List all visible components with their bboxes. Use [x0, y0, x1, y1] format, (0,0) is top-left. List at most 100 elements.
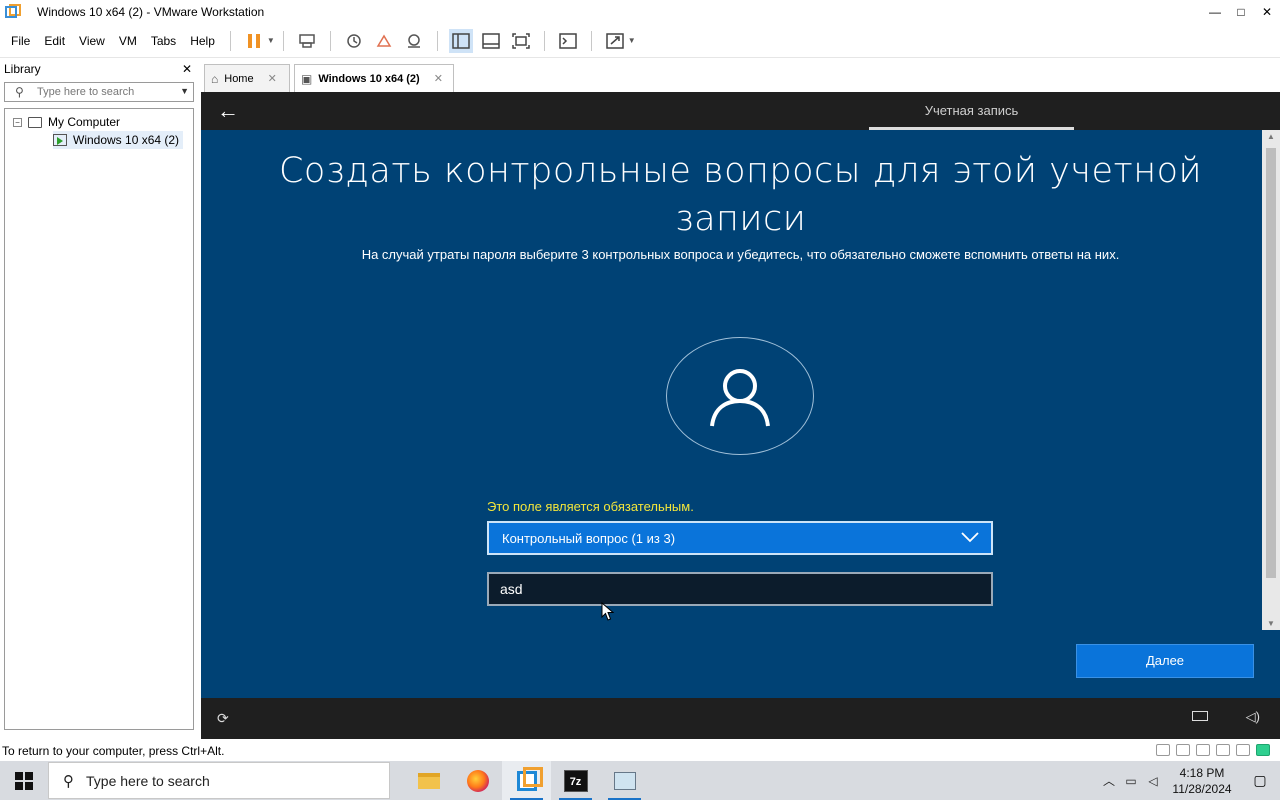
- maximize-button[interactable]: □: [1228, 0, 1254, 24]
- snapshot-button[interactable]: [342, 29, 366, 53]
- menu-tabs[interactable]: Tabs: [144, 34, 183, 48]
- tab-vm[interactable]: ▣ Windows 10 x64 (2) ✕: [294, 64, 454, 92]
- page-title-line1: Создать контрольные вопросы для этой уче…: [278, 151, 1203, 191]
- mouse-cursor-icon: [601, 602, 615, 621]
- network-icon[interactable]: ▭: [1120, 774, 1142, 788]
- menu-view[interactable]: View: [72, 34, 112, 48]
- taskbar-search-placeholder: Type here to search: [86, 772, 210, 789]
- vmware-app-icon: [5, 4, 21, 20]
- tab-home[interactable]: ⌂ Home ✕: [204, 64, 290, 92]
- stretch-dropdown-icon[interactable]: ▼: [628, 36, 636, 45]
- library-close-icon[interactable]: ✕: [182, 62, 192, 76]
- pause-icon: [247, 33, 260, 48]
- tab-close-icon[interactable]: ✕: [268, 72, 277, 85]
- sound-card-icon[interactable]: [1236, 744, 1250, 756]
- windows-taskbar: ⚲ Type here to search 7z ︿ ▭ ◁ 4:18 PM 1…: [0, 761, 1280, 800]
- notifications-icon[interactable]: ▢: [1240, 772, 1280, 789]
- thumbnail-bar-button[interactable]: [479, 29, 503, 53]
- oobe-section-tab: Учетная запись: [869, 92, 1074, 130]
- thumbnail-bar-icon: [482, 32, 500, 49]
- back-arrow-icon[interactable]: ←: [215, 98, 241, 124]
- user-icon: [710, 369, 770, 427]
- message-log-icon[interactable]: [1256, 744, 1270, 756]
- next-button[interactable]: Далее: [1076, 644, 1254, 678]
- console-view-button[interactable]: [556, 29, 580, 53]
- stretch-guest-button[interactable]: [603, 29, 627, 53]
- menu-toolbar: File Edit View VM Tabs Help ▼ ▼: [0, 24, 1280, 58]
- status-text: To return to your computer, press Ctrl+A…: [2, 744, 225, 758]
- console-icon: [559, 32, 577, 49]
- send-keys-icon: [299, 33, 315, 48]
- page-title-line2: записи: [674, 199, 807, 239]
- tree-item-vm[interactable]: Windows 10 x64 (2): [5, 131, 193, 149]
- revert-snapshot-button[interactable]: [372, 29, 396, 53]
- toolbar-separator: [543, 30, 545, 51]
- user-avatar-icon: [666, 337, 814, 455]
- keyboard-icon[interactable]: [1192, 711, 1208, 721]
- tree-item-my-computer[interactable]: − My Computer: [5, 113, 193, 131]
- file-explorer-icon: [417, 772, 440, 789]
- volume-icon[interactable]: ◁): [1246, 709, 1260, 725]
- 7zip-icon: 7z: [563, 769, 588, 792]
- ease-of-access-icon[interactable]: ⟳: [217, 710, 229, 727]
- menu-file[interactable]: File: [4, 34, 37, 48]
- collapse-icon[interactable]: −: [13, 117, 22, 127]
- taskbar-search-box[interactable]: ⚲ Type here to search: [48, 762, 390, 799]
- vm-scrollbar[interactable]: ▲ ▼: [1262, 130, 1280, 630]
- taskbar-file-explorer[interactable]: [404, 761, 453, 800]
- start-button[interactable]: [0, 761, 48, 800]
- menu-edit[interactable]: Edit: [37, 34, 72, 48]
- menu-help[interactable]: Help: [183, 34, 222, 48]
- library-pane: Library ✕ ⚲ Type here to search ▼ − My C…: [0, 58, 198, 738]
- windows-logo-icon: [15, 771, 33, 790]
- search-icon: ⚲: [63, 772, 74, 790]
- menu-vm[interactable]: VM: [112, 34, 144, 48]
- scroll-down-icon[interactable]: ▼: [1262, 619, 1280, 628]
- cd-drive-icon[interactable]: [1176, 744, 1190, 756]
- window-title: Windows 10 x64 (2) - VMware Workstation: [37, 5, 265, 19]
- tab-label: Home: [224, 72, 254, 85]
- snapshot-manager-button[interactable]: [402, 29, 426, 53]
- close-button[interactable]: ✕: [1254, 0, 1280, 24]
- show-hidden-icons-icon[interactable]: ︿: [1098, 772, 1120, 789]
- tab-strip: ⌂ Home ✕ ▣ Windows 10 x64 (2) ✕: [200, 58, 1280, 92]
- pause-button[interactable]: [242, 29, 266, 53]
- device-status-icons: [1156, 744, 1270, 756]
- usb-icon[interactable]: [1216, 744, 1230, 756]
- security-question-value: Контрольный вопрос (1 из 3): [502, 530, 676, 546]
- hard-disk-icon[interactable]: [1156, 744, 1170, 756]
- pause-dropdown-icon[interactable]: ▼: [267, 36, 275, 45]
- revert-snapshot-icon: [376, 34, 392, 47]
- send-ctrl-alt-del-button[interactable]: [295, 29, 319, 53]
- library-search[interactable]: ⚲ Type here to search ▼: [4, 82, 194, 102]
- validation-message: Это поле является обязательным.: [487, 499, 694, 514]
- clock[interactable]: 4:18 PM 11/28/2024: [1164, 765, 1240, 797]
- taskbar-firefox[interactable]: [453, 761, 502, 800]
- minimize-button[interactable]: —: [1202, 0, 1228, 24]
- tree-item-label: My Computer: [48, 115, 121, 129]
- taskbar-other-app[interactable]: [600, 761, 649, 800]
- full-screen-button[interactable]: [509, 29, 533, 53]
- library-tree: − My Computer Windows 10 x64 (2): [4, 108, 194, 730]
- taskbar-vmware[interactable]: [502, 761, 551, 800]
- security-answer-input[interactable]: asd: [487, 572, 993, 606]
- network-adapter-icon[interactable]: [1196, 744, 1210, 756]
- scrollbar-thumb[interactable]: [1266, 148, 1276, 578]
- snapshot-manager-icon: [407, 33, 420, 48]
- show-library-button[interactable]: [448, 28, 473, 53]
- toolbar-separator: [229, 30, 231, 51]
- toolbar-separator: [590, 30, 592, 51]
- page-title: Создать контрольные вопросы для этой уче…: [201, 147, 1280, 243]
- tab-close-icon[interactable]: ✕: [434, 72, 443, 85]
- chevron-down-icon[interactable]: ▼: [180, 86, 189, 96]
- scroll-up-icon[interactable]: ▲: [1262, 132, 1280, 141]
- volume-muted-icon[interactable]: ◁: [1142, 774, 1164, 788]
- security-answer-value: asd: [500, 581, 523, 597]
- computer-icon: [28, 116, 42, 128]
- library-header: Library ✕: [0, 58, 198, 80]
- snapshot-icon: [347, 33, 361, 48]
- vm-console[interactable]: ← Учетная запись Создать контрольные воп…: [201, 92, 1280, 739]
- taskbar-7zip[interactable]: 7z: [551, 761, 600, 800]
- status-bar: To return to your computer, press Ctrl+A…: [0, 741, 1280, 761]
- security-question-select[interactable]: Контрольный вопрос (1 из 3): [487, 521, 993, 555]
